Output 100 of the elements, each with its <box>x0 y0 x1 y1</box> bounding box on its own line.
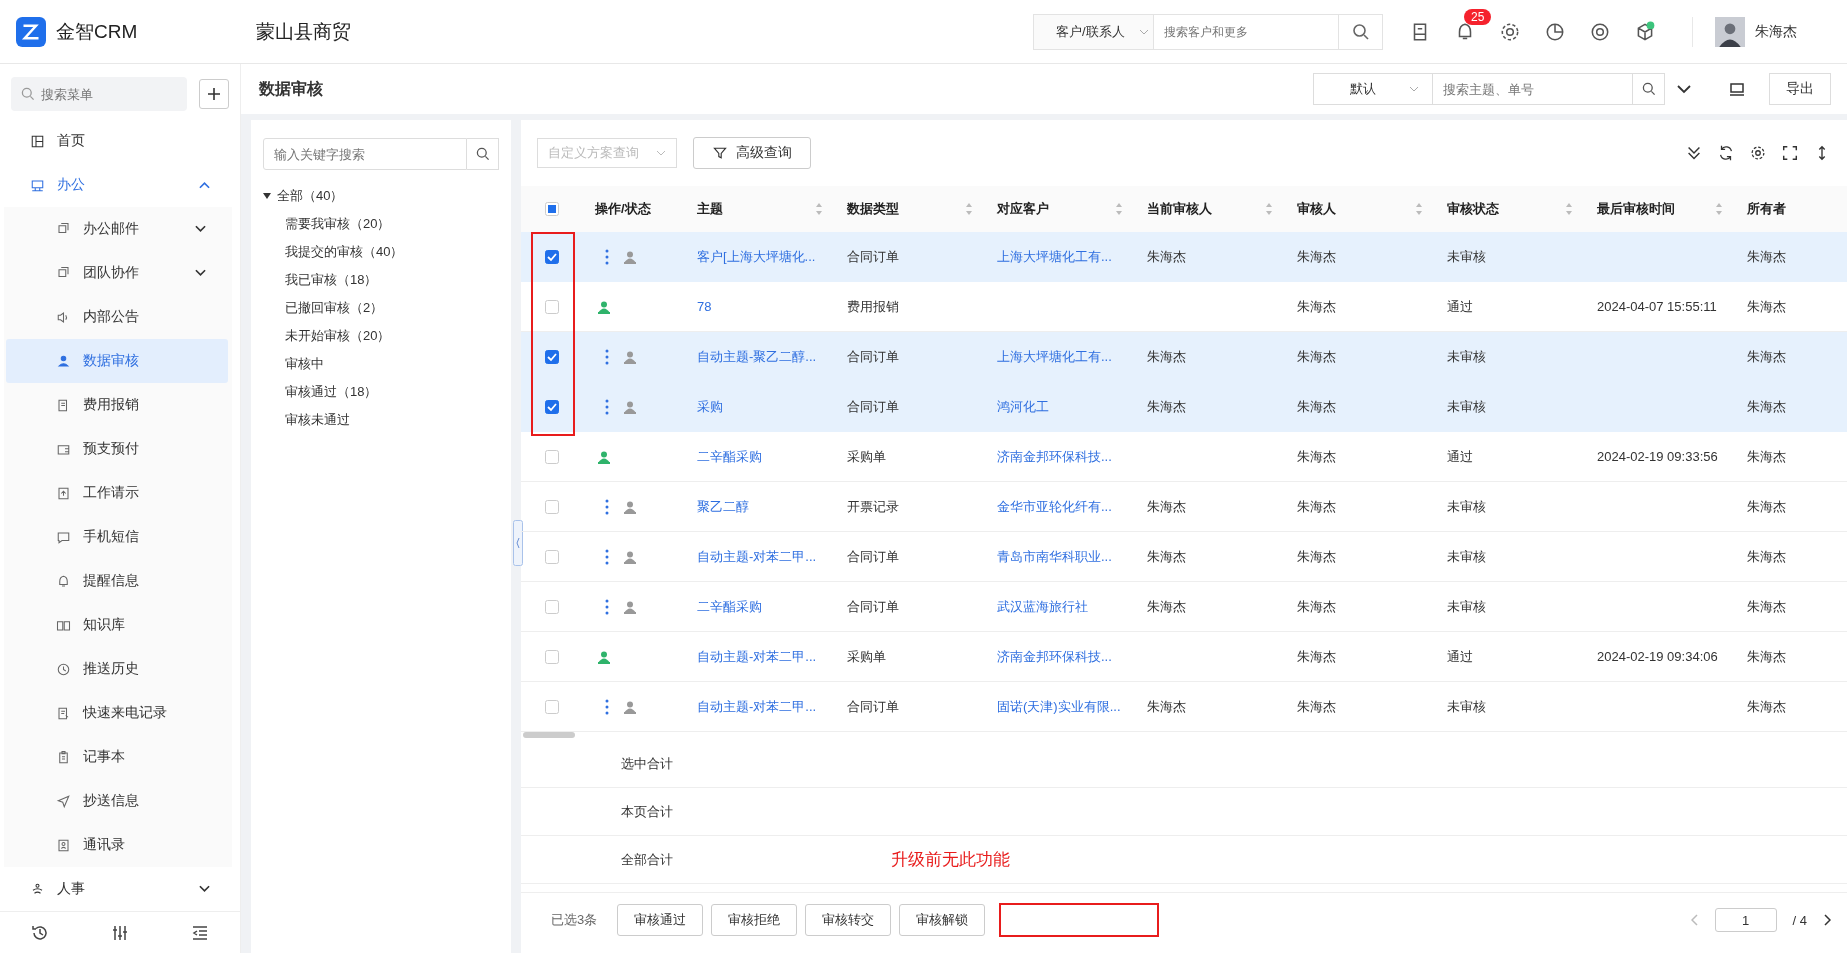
subject-link[interactable]: 自动主题-对苯二甲... <box>697 547 817 566</box>
customer-link[interactable]: 固诺(天津)实业有限... <box>997 697 1121 716</box>
tree-node[interactable]: 审核通过（18） <box>285 384 378 399</box>
row-checkbox[interactable] <box>545 699 559 714</box>
more-icon[interactable] <box>605 398 609 415</box>
column-header[interactable]: 操作/状态 <box>595 200 651 218</box>
column-header[interactable]: 数据类型 <box>847 200 899 218</box>
avatar[interactable] <box>1715 16 1745 47</box>
customer-link[interactable]: 金华市亚轮化纤有... <box>997 497 1112 516</box>
submenu-item[interactable]: 通讯录 <box>6 823 228 867</box>
column-header[interactable]: 当前审核人 <box>1147 200 1212 218</box>
customer-link[interactable]: 上海大坪塘化工有... <box>997 347 1112 366</box>
column-header[interactable]: 主题 <box>697 200 723 218</box>
column-header[interactable]: 所有者 <box>1747 200 1786 218</box>
menu-item[interactable]: 办公 <box>0 163 240 207</box>
submenu-item[interactable]: 抄送信息 <box>6 779 228 823</box>
subject-link[interactable]: 78 <box>697 299 712 314</box>
submenu-item[interactable]: 知识库 <box>6 603 228 647</box>
chevron-down-icon[interactable] <box>1677 82 1691 96</box>
action-button[interactable]: 审核解锁 <box>899 904 986 936</box>
action-button[interactable]: 审核通过 <box>617 904 704 936</box>
customer-link[interactable]: 青岛市南华科职业... <box>997 547 1112 566</box>
search-button[interactable] <box>467 138 499 170</box>
subject-link[interactable]: 二辛酯采购 <box>697 447 762 466</box>
subject-link[interactable]: 采购 <box>697 397 723 416</box>
add-button[interactable] <box>199 79 229 109</box>
customer-link[interactable]: 上海大坪塘化工有... <box>997 247 1112 266</box>
page-number-field[interactable]: 1 <box>1714 908 1777 932</box>
fullscreen-icon[interactable] <box>1781 144 1799 162</box>
tree-node[interactable]: 全部（40） <box>277 187 344 205</box>
tree-node[interactable]: 审核未通过 <box>285 412 350 427</box>
submenu-item[interactable]: 提醒信息 <box>6 559 228 603</box>
row-checkbox[interactable] <box>545 399 559 414</box>
customer-link[interactable]: 鸿河化工 <box>997 397 1049 416</box>
row-checkbox[interactable] <box>545 249 559 264</box>
collapse-handle-icon[interactable] <box>513 520 523 566</box>
tree-node[interactable]: 需要我审核（20） <box>285 216 391 231</box>
caret-icon[interactable] <box>263 193 271 199</box>
settings-icon[interactable] <box>1749 144 1767 162</box>
tree-node[interactable]: 审核中 <box>285 356 324 371</box>
column-header[interactable]: 审核状态 <box>1447 200 1499 218</box>
submenu-item[interactable]: 费用报销 <box>6 383 228 427</box>
action-button[interactable]: 审核拒绝 <box>711 904 798 936</box>
more-icon[interactable] <box>605 548 609 565</box>
menu-item[interactable]: 人事 <box>0 867 240 911</box>
row-checkbox[interactable] <box>545 549 559 564</box>
row-checkbox[interactable] <box>545 349 559 364</box>
scrollbar[interactable] <box>523 732 575 738</box>
submenu-item[interactable]: 快速来电记录 <box>6 691 228 735</box>
customer-link[interactable]: 济南金邦环保科技... <box>997 447 1112 466</box>
more-icon[interactable] <box>605 698 609 715</box>
submenu-item[interactable]: 工作请示 <box>6 471 228 515</box>
customer-link[interactable]: 武汉蓝海旅行社 <box>997 597 1088 616</box>
global-search-field[interactable]: 搜索客户和更多 <box>1153 13 1339 50</box>
submenu-item[interactable]: 内部公告 <box>6 295 228 339</box>
search-button[interactable] <box>1633 73 1665 105</box>
submenu-item[interactable]: 数据审核 <box>6 339 228 383</box>
more-icon[interactable] <box>605 498 609 515</box>
submenu-item[interactable]: 团队协作 <box>6 251 228 295</box>
tree-node[interactable]: 未开始审核（20） <box>285 328 391 343</box>
export-button[interactable]: 导出 <box>1769 73 1831 105</box>
submenu-item[interactable]: 预支预付 <box>6 427 228 471</box>
subject-link[interactable]: 自动主题-对苯二甲... <box>697 647 817 666</box>
next-page-icon[interactable] <box>1823 914 1831 926</box>
row-checkbox[interactable] <box>545 599 559 614</box>
row-checkbox[interactable] <box>545 649 559 664</box>
double-chevron-icon[interactable] <box>1685 144 1703 162</box>
search-scope-select[interactable]: 客户/联系人 <box>1033 13 1154 50</box>
tree-node[interactable]: 已撤回审核（2） <box>285 300 384 315</box>
submenu-item[interactable]: 记事本 <box>6 735 228 779</box>
subject-search-field[interactable]: 搜索主题、单号 <box>1433 73 1633 105</box>
row-checkbox[interactable] <box>545 299 559 314</box>
column-header[interactable]: 对应客户 <box>997 200 1049 218</box>
menu-item[interactable]: 首页 <box>0 119 240 163</box>
row-checkbox[interactable] <box>545 449 559 464</box>
action-button[interactable]: 审核转交 <box>805 904 892 936</box>
search-button[interactable] <box>1339 13 1383 50</box>
advanced-search-button[interactable]: 高级查询 <box>693 137 811 169</box>
keyword-search-field[interactable]: 输入关键字搜索 <box>263 138 467 170</box>
subject-link[interactable]: 客户[上海大坪塘化... <box>697 247 816 266</box>
submenu-item[interactable]: 手机短信 <box>6 515 228 559</box>
customer-link[interactable]: 济南金邦环保科技... <box>997 647 1112 666</box>
subject-link[interactable]: 自动主题-对苯二甲... <box>697 697 817 716</box>
column-header[interactable]: 最后审核时间 <box>1597 200 1675 218</box>
tree-node[interactable]: 我提交的审核（40） <box>285 244 404 259</box>
row-checkbox[interactable] <box>545 499 559 514</box>
user-name[interactable]: 朱海杰 <box>1755 22 1797 41</box>
subject-link[interactable]: 聚乙二醇 <box>697 497 749 516</box>
menu-search-field[interactable]: 搜索菜单 <box>11 77 187 111</box>
submenu-item[interactable]: 办公邮件 <box>6 207 228 251</box>
more-icon[interactable] <box>605 348 609 365</box>
view-select[interactable]: 默认 <box>1313 73 1433 105</box>
more-icon[interactable] <box>605 598 609 615</box>
more-icon[interactable] <box>605 248 609 265</box>
select-all-checkbox[interactable] <box>545 202 559 216</box>
submenu-item[interactable]: 推送历史 <box>6 647 228 691</box>
subject-link[interactable]: 二辛酯采购 <box>697 597 762 616</box>
tree-node[interactable]: 我已审核（18） <box>285 272 378 287</box>
subject-link[interactable]: 自动主题-聚乙二醇... <box>697 347 817 366</box>
refresh-icon[interactable] <box>1717 144 1735 162</box>
